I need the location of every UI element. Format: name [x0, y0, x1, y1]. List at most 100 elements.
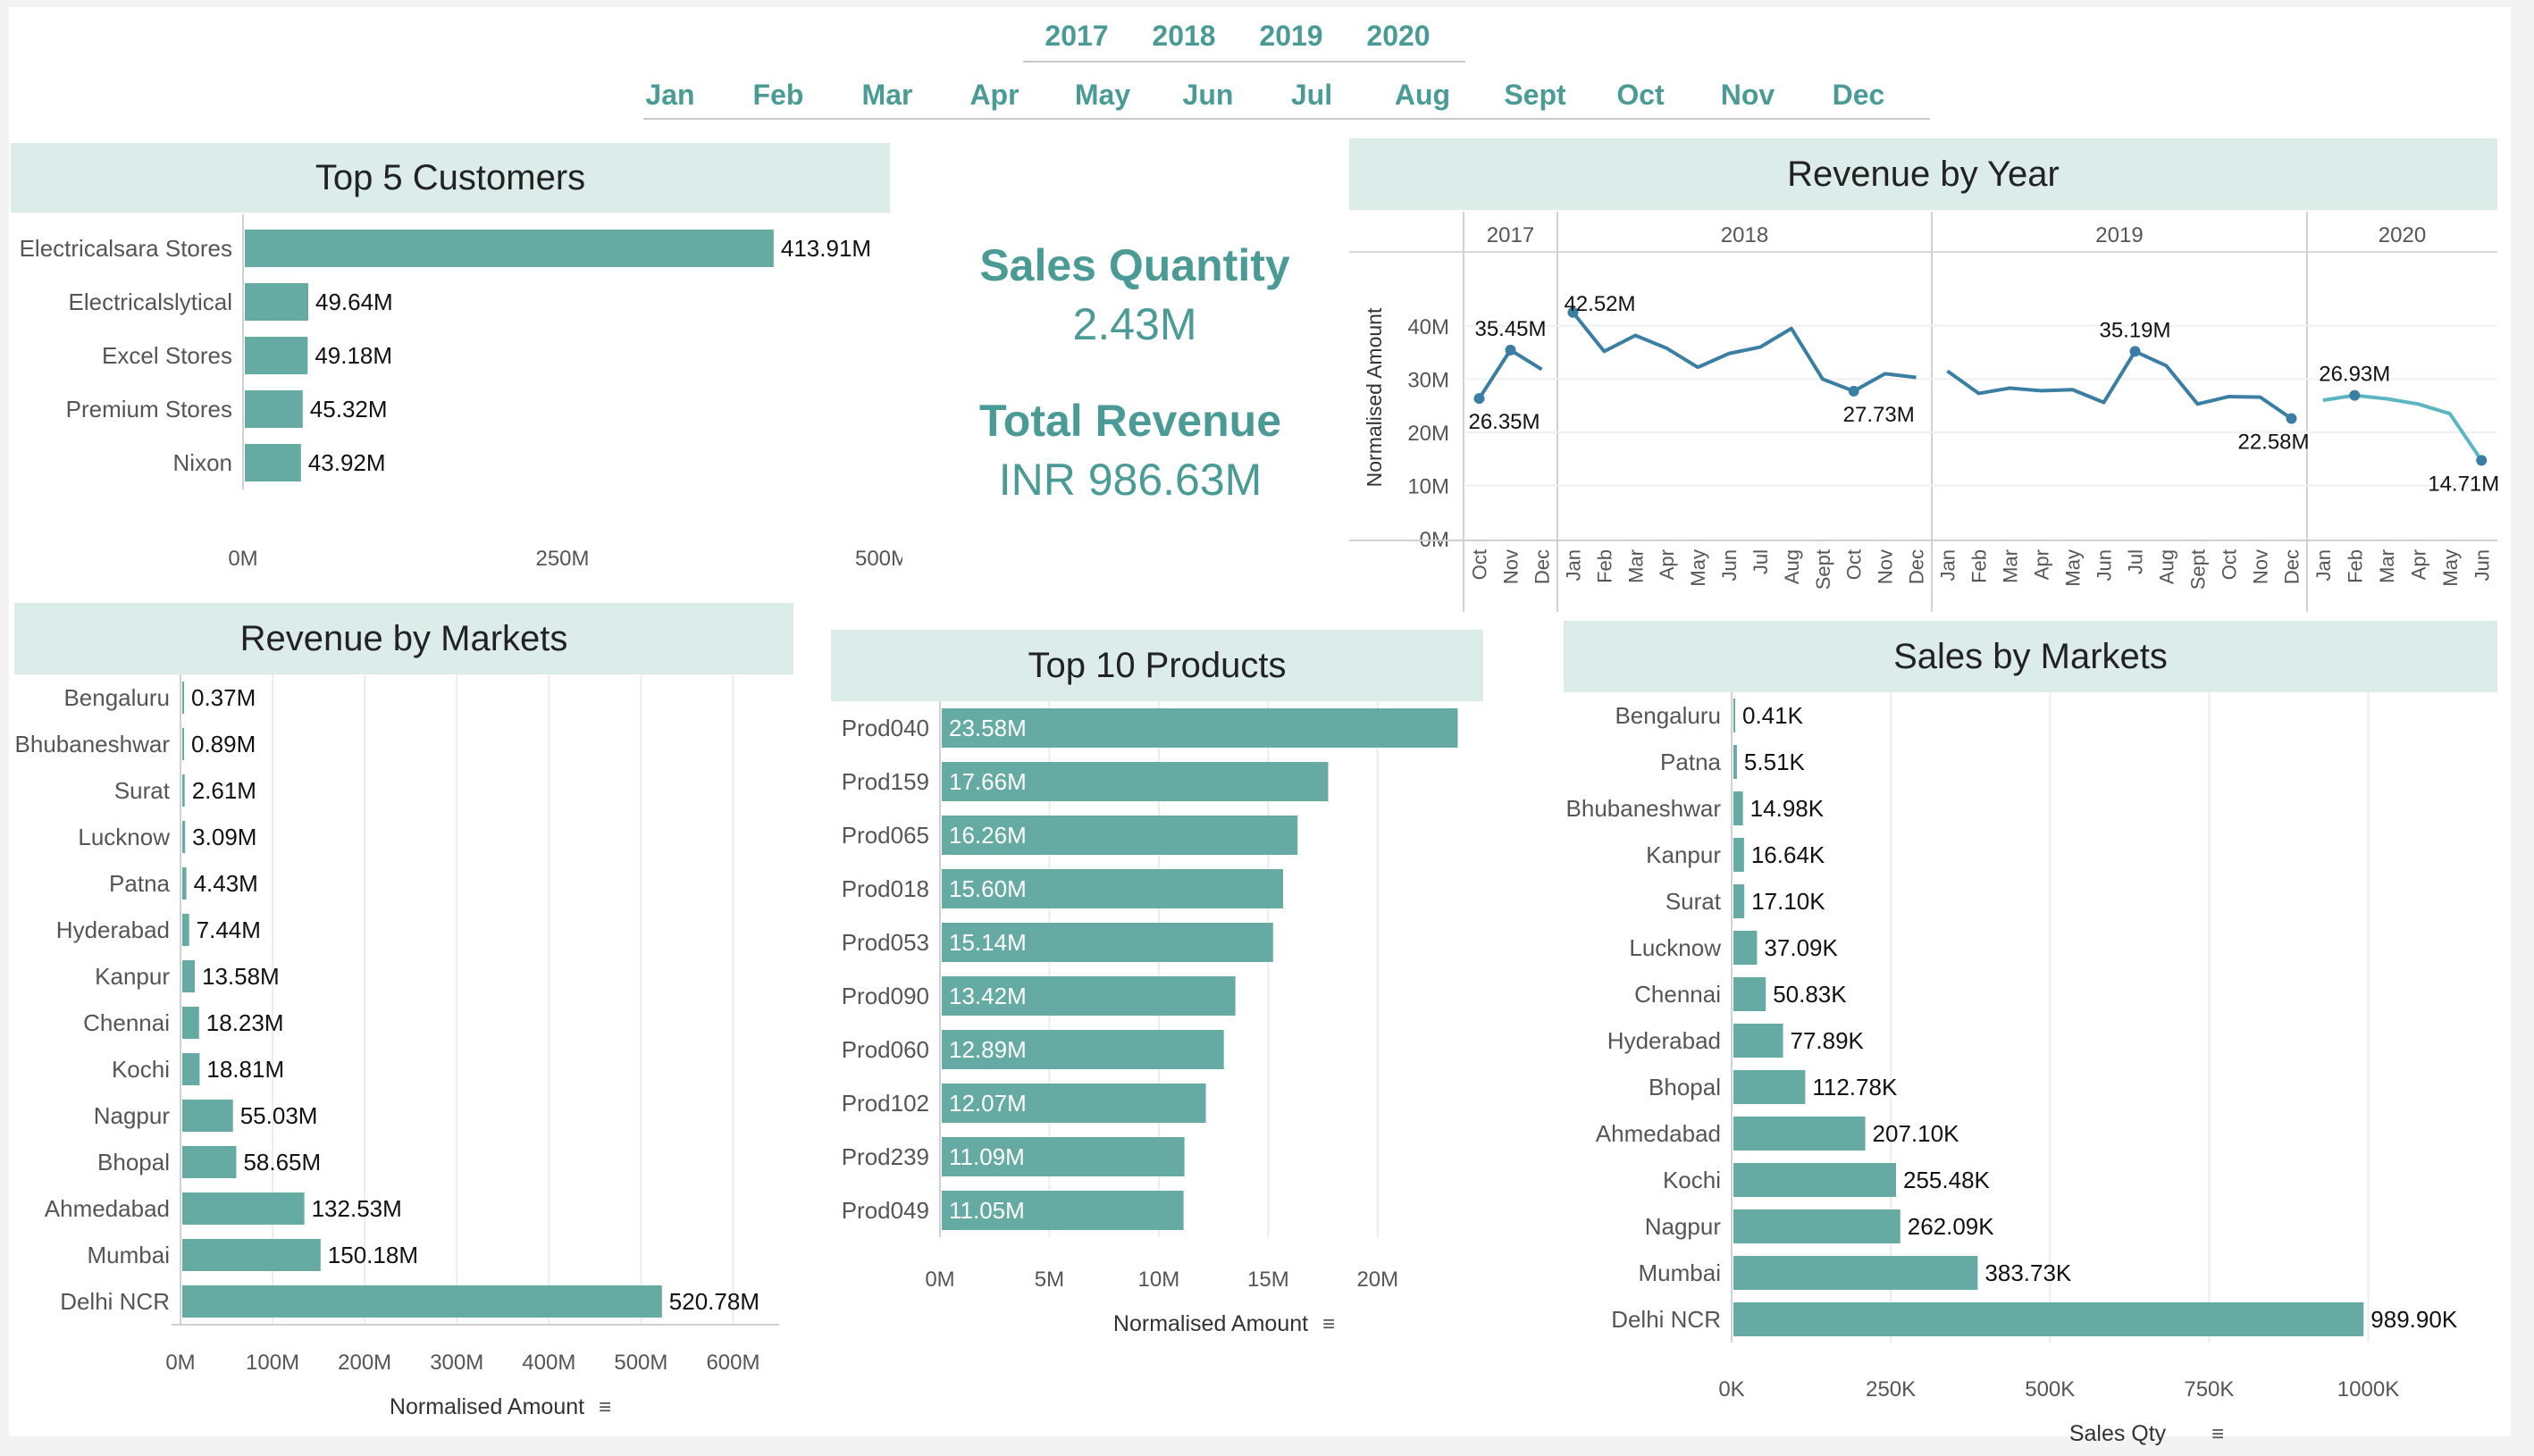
bar	[182, 960, 195, 992]
x-tick-label: 500M	[614, 1351, 667, 1375]
x-tick-label: Oct	[2219, 549, 2241, 580]
month-jan-filter[interactable]: Jan	[617, 79, 724, 112]
bar	[182, 914, 189, 946]
data-label: 26.93M	[2319, 363, 2390, 387]
category-label: Delhi NCR	[60, 1288, 170, 1315]
bar	[182, 1053, 200, 1085]
month-apr-filter[interactable]: Apr	[942, 79, 1047, 112]
x-tick-label: Apr	[1656, 549, 1678, 580]
month-feb-filter[interactable]: Feb	[724, 79, 833, 112]
data-label: 413.91M	[781, 235, 871, 262]
y-tick-label: 30M	[1407, 368, 1449, 392]
data-label: 16.64K	[1751, 841, 1825, 868]
x-tick-label: 10M	[1138, 1268, 1180, 1292]
x-tick-label: 500K	[2025, 1377, 2075, 1402]
sort-icon: ≡	[1322, 1312, 1335, 1336]
y-tick-label: 20M	[1407, 422, 1449, 446]
data-label: 37.09K	[1764, 934, 1838, 961]
year-panel-label: 2017	[1487, 223, 1534, 247]
x-tick-label: 0M	[228, 547, 257, 571]
total-revenue-label: Total Revenue	[978, 396, 1282, 446]
data-point-marker	[2476, 455, 2488, 466]
month-jun-filter[interactable]: Jun	[1158, 79, 1258, 112]
category-label: Patna	[1660, 749, 1721, 775]
x-tick-label: Oct	[1469, 549, 1491, 580]
category-label: Electricalsara Stores	[20, 235, 232, 262]
revenue-by-markets-header: Revenue by Markets	[14, 603, 793, 674]
year-panel-label: 2020	[2379, 223, 2426, 247]
total-revenue-kpi: Total Revenue INR 986.63M	[907, 395, 1354, 506]
month-dec-filter[interactable]: Dec	[1805, 79, 1912, 112]
year-2017-filter[interactable]: 2017	[1023, 20, 1130, 53]
bar	[1733, 1117, 1866, 1151]
x-axis-title: Normalised Amount	[390, 1394, 584, 1419]
bar	[182, 821, 186, 853]
data-label: 35.45M	[1474, 317, 1546, 341]
bar	[1733, 838, 1744, 872]
x-tick-label: 250M	[535, 547, 589, 571]
data-label: 17.10K	[1751, 888, 1825, 915]
bar	[182, 1192, 305, 1225]
bar	[1733, 1209, 1901, 1243]
category-label: Prod060	[842, 1036, 929, 1063]
x-tick-label: May	[2439, 549, 2462, 587]
bar	[182, 682, 184, 714]
x-tick-label: Mar	[2376, 549, 2398, 583]
category-label: Prod102	[842, 1090, 929, 1117]
category-label: Ahmedabad	[45, 1195, 170, 1222]
category-label: Bengaluru	[1615, 702, 1721, 729]
month-sept-filter[interactable]: Sept	[1480, 79, 1590, 112]
category-label: Bhopal	[1649, 1074, 1721, 1100]
category-label: Prod239	[842, 1143, 929, 1170]
data-label: 49.18M	[315, 342, 392, 369]
bar	[1733, 1024, 1783, 1058]
bar	[182, 1285, 662, 1318]
data-label: 58.65M	[243, 1149, 321, 1176]
x-tick-label: Feb	[1593, 549, 1615, 583]
category-label: Bhubaneshwar	[15, 731, 171, 757]
bar	[1733, 1163, 1897, 1197]
month-aug-filter[interactable]: Aug	[1365, 79, 1480, 112]
revenue-by-year-title: Revenue by Year	[1787, 154, 2060, 194]
data-point-marker	[2286, 413, 2297, 424]
bar	[1733, 1070, 1806, 1104]
month-oct-filter[interactable]: Oct	[1590, 79, 1691, 112]
year-2020-filter[interactable]: 2020	[1345, 20, 1452, 53]
month-mar-filter[interactable]: Mar	[833, 79, 942, 112]
x-tick-label: Feb	[1968, 549, 1991, 583]
data-point-marker	[1473, 393, 1485, 405]
x-tick-label: 0K	[1718, 1377, 1744, 1402]
bar	[1733, 1256, 1978, 1290]
bar	[182, 867, 187, 900]
x-tick-label: Jul	[1749, 549, 1772, 574]
data-point-marker	[2129, 346, 2141, 357]
x-tick-label: 15M	[1247, 1268, 1289, 1292]
category-label: Kochi	[1663, 1167, 1721, 1193]
revenue-series-line	[2322, 393, 2483, 462]
x-axis-title: Sales Qty	[2069, 1421, 2167, 1446]
x-tick-label: Jun	[2093, 549, 2116, 581]
category-label: Hyderabad	[1607, 1027, 1721, 1054]
x-tick-label: Dec	[1531, 549, 1554, 584]
category-label: Nagpur	[1645, 1213, 1722, 1240]
data-label: 12.07M	[949, 1090, 1027, 1117]
category-label: Chennai	[83, 1009, 170, 1036]
x-tick-label: 100M	[246, 1351, 299, 1375]
revenue-series-line	[1477, 347, 1543, 400]
month-nov-filter[interactable]: Nov	[1691, 79, 1805, 112]
year-filter: 2017 2018 2019 2020	[1023, 20, 1488, 53]
year-2018-filter[interactable]: 2018	[1130, 20, 1238, 53]
month-jul-filter[interactable]: Jul	[1258, 79, 1365, 112]
month-may-filter[interactable]: May	[1047, 79, 1158, 112]
year-2019-filter[interactable]: 2019	[1238, 20, 1345, 53]
category-label: Kanpur	[1646, 841, 1721, 868]
data-label: 150.18M	[328, 1242, 418, 1268]
bar	[182, 728, 184, 760]
data-label: 0.41K	[1742, 702, 1804, 729]
bar	[1733, 884, 1745, 918]
category-label: Kochi	[112, 1056, 170, 1083]
category-label: Chennai	[1634, 981, 1721, 1008]
bar	[1733, 931, 1758, 965]
data-label: 4.43M	[194, 870, 258, 897]
data-label: 22.58M	[2237, 431, 2309, 455]
